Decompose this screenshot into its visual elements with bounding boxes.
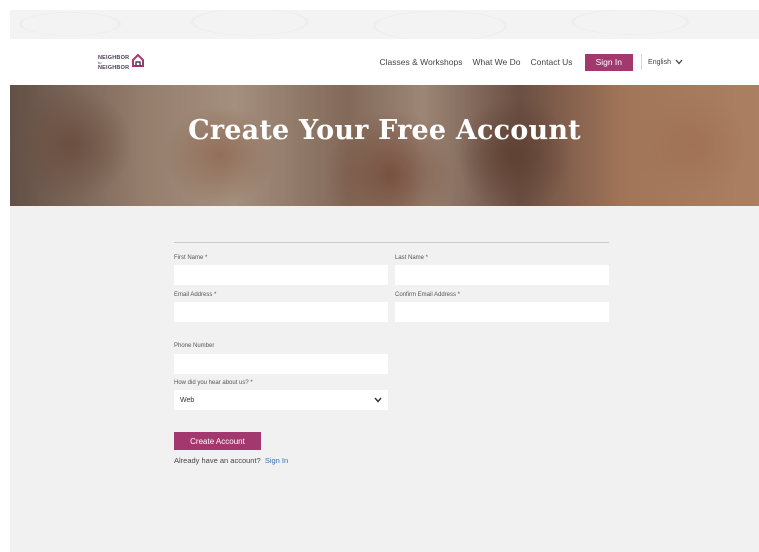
site-header: NEIGHBOR to NEIGHBOR Classes & Workshops… [10, 39, 759, 85]
logo-line-3: NEIGHBOR [98, 65, 130, 71]
hear-about-selected-value: Web [180, 396, 195, 404]
nav-divider [641, 54, 643, 70]
language-selector[interactable]: English [648, 59, 683, 66]
signin-prompt-text: Already have an account? [174, 456, 261, 465]
site-logo[interactable]: NEIGHBOR to NEIGHBOR [98, 51, 158, 75]
top-decorative-band [10, 10, 759, 39]
confirm-email-field[interactable] [395, 302, 609, 322]
nav-link-classes-workshops[interactable]: Classes & Workshops [380, 57, 463, 67]
create-account-button[interactable]: Create Account [174, 432, 261, 450]
main-nav: Classes & Workshops What We Do Contact U… [380, 52, 684, 72]
signup-form: First Name * Last Name * Email Address *… [10, 206, 759, 552]
confirm-email-label: Confirm Email Address * [395, 292, 461, 298]
chevron-down-icon [675, 59, 683, 65]
first-name-field[interactable] [174, 265, 388, 285]
phone-label: Phone Number [174, 343, 215, 349]
signin-prompt: Already have an account? Sign In [174, 456, 288, 465]
form-divider [174, 242, 609, 243]
last-name-field[interactable] [395, 265, 609, 285]
last-name-label: Last Name * [395, 255, 429, 261]
nav-link-contact-us[interactable]: Contact Us [531, 57, 573, 67]
house-logo-icon [132, 53, 145, 67]
nav-link-what-we-do[interactable]: What We Do [472, 57, 520, 67]
chevron-down-icon [374, 397, 382, 403]
hero-banner: Create Your Free Account [10, 85, 759, 206]
header-sign-in-button[interactable]: Sign In [584, 53, 634, 71]
email-label: Email Address * [174, 292, 217, 298]
hear-about-label: How did you hear about us? * [174, 380, 253, 386]
hear-about-select[interactable]: Web [174, 390, 388, 410]
signin-link[interactable]: Sign In [265, 456, 288, 465]
logo-wordmark: NEIGHBOR to NEIGHBOR [98, 55, 129, 71]
email-field[interactable] [174, 302, 388, 322]
phone-field[interactable] [174, 354, 388, 374]
page: NEIGHBOR to NEIGHBOR Classes & Workshops… [0, 0, 759, 552]
first-name-label: First Name * [174, 255, 208, 261]
page-title: Create Your Free Account [188, 115, 581, 146]
language-label: English [648, 58, 671, 66]
